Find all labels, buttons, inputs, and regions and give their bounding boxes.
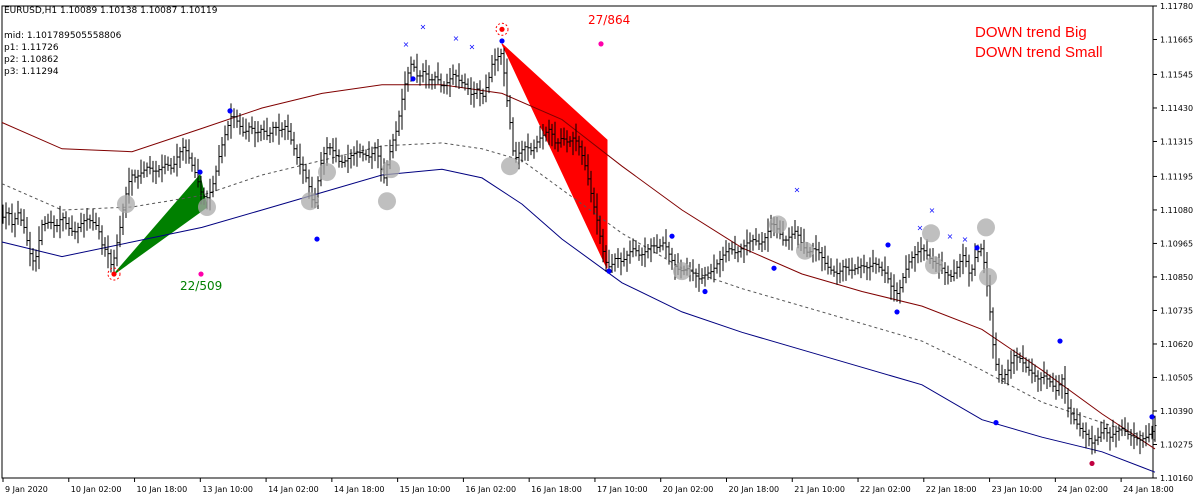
signal-circle <box>501 157 519 176</box>
signal-point <box>314 236 320 242</box>
signal-cross: × <box>403 40 410 49</box>
signal-point <box>702 288 708 295</box>
signal-circle <box>977 218 995 237</box>
x-tick-label: 9 Jan 2020 <box>5 485 48 494</box>
signal-point <box>410 76 416 82</box>
signal-point <box>993 420 999 426</box>
x-tick-label: 17 Jan 10:00 <box>597 485 648 494</box>
plot-frame <box>1 5 1154 479</box>
signal-cross: × <box>929 206 936 215</box>
signal-point <box>499 38 505 44</box>
y-tick-label: 1.11780 <box>1160 2 1193 11</box>
signal-circle <box>382 160 400 179</box>
y-tick-label: 1.10390 <box>1160 407 1193 416</box>
p2-value: p2: 1.10862 <box>4 55 59 65</box>
signal-point <box>227 108 233 114</box>
x-tick-label: 16 Jan 02:00 <box>465 485 516 494</box>
y-tick-label: 1.11315 <box>1160 137 1193 146</box>
chart[interactable]: × × × × × × × × × 1.11780 1.11665 1.11545 1.11430 1.1… <box>0 0 1200 500</box>
x-tick-label: 20 Jan 18:00 <box>728 485 779 494</box>
signal-point <box>974 245 980 251</box>
signal-point <box>669 233 675 239</box>
signal-circle <box>301 192 319 211</box>
signal-point <box>198 271 204 277</box>
y-tick-label: 1.11080 <box>1160 206 1193 215</box>
x-tick-label: 13 Jan 10:00 <box>202 485 253 494</box>
signal-point <box>111 271 117 277</box>
y-tick-label: 1.10735 <box>1160 306 1193 315</box>
signal-circle <box>922 224 940 243</box>
x-tick-label: 14 Jan 02:00 <box>268 485 319 494</box>
x-tick-label: 10 Jan 02:00 <box>71 485 122 494</box>
x-tick-label: 22 Jan 02:00 <box>860 485 911 494</box>
y-tick-label: 1.11195 <box>1160 172 1193 181</box>
signal-circle <box>796 241 814 260</box>
signal-circle <box>198 198 216 217</box>
x-axis: 9 Jan 2020 10 Jan 02:00 10 Jan 18:00 13 Jan… <box>2 478 1174 494</box>
signal-point <box>598 41 604 47</box>
signal-circle <box>117 195 135 214</box>
signal-point <box>894 309 900 315</box>
signal-circle <box>979 267 997 286</box>
signal-point <box>1057 338 1063 344</box>
x-tick-label: 16 Jan 18:00 <box>531 485 582 494</box>
y-tick-label: 1.10850 <box>1160 273 1193 282</box>
y-tick-label: 1.10965 <box>1160 239 1193 248</box>
down-count-label: 27/864 <box>588 13 631 27</box>
x-tick-label: 24 Jan 02:00 <box>1057 485 1108 494</box>
signal-cross: × <box>453 34 460 43</box>
signal-cross: × <box>962 235 969 244</box>
signal-cross: × <box>917 223 924 232</box>
y-tick-label: 1.10160 <box>1160 474 1193 483</box>
y-tick-label: 1.11545 <box>1160 70 1193 79</box>
signal-circle <box>925 256 943 275</box>
x-tick-label: 10 Jan 18:00 <box>137 485 188 494</box>
trend-big-label: DOWN trend Big <box>975 24 1087 41</box>
x-tick-label: 14 Jan 18:00 <box>334 485 385 494</box>
x-tick-label: 24 Jan 18:00 <box>1123 485 1174 494</box>
signal-circle <box>318 163 336 182</box>
signal-circle <box>769 215 787 234</box>
p1-value: p1: 1.11726 <box>4 43 59 53</box>
signal-point <box>771 265 777 271</box>
trend-small-label: DOWN trend Small <box>975 44 1103 61</box>
chart-title: EURUSD,H1 1.10089 1.10138 1.10087 1.1011… <box>4 6 218 16</box>
signal-cross: × <box>469 43 476 52</box>
y-tick-label: 1.10620 <box>1160 340 1193 349</box>
signal-point <box>885 242 891 248</box>
y-tick-label: 1.10275 <box>1160 440 1193 449</box>
signal-point <box>606 268 612 274</box>
y-tick-label: 1.11430 <box>1160 104 1193 113</box>
y-axis: 1.11780 1.11665 1.11545 1.11430 1.11315 1.111… <box>1153 2 1193 483</box>
signal-circle <box>673 262 691 281</box>
p3-value: p3: 1.11294 <box>4 67 59 77</box>
x-tick-label: 23 Jan 10:00 <box>992 485 1043 494</box>
x-tick-label: 20 Jan 02:00 <box>663 485 714 494</box>
signal-cross: × <box>420 22 427 31</box>
signal-point <box>197 169 203 175</box>
up-count-label: 22/509 <box>180 279 223 293</box>
x-tick-label: 15 Jan 10:00 <box>400 485 451 494</box>
signal-cross: × <box>794 185 801 194</box>
y-tick-label: 1.10505 <box>1160 373 1193 382</box>
chart-canvas[interactable]: ×××××××× ×1.117801.116651.115451.114301.1… <box>0 0 1200 500</box>
y-tick-label: 1.11665 <box>1160 36 1193 45</box>
x-tick-label: 22 Jan 18:00 <box>926 485 977 494</box>
mid-value: mid: 1.101789505558806 <box>4 31 122 41</box>
signal-cross: × <box>947 232 954 241</box>
x-tick-label: 21 Jan 10:00 <box>794 485 845 494</box>
signal-point <box>1089 460 1095 467</box>
signal-point <box>1149 414 1155 420</box>
signal-point <box>499 26 505 32</box>
signal-circle <box>378 192 396 211</box>
